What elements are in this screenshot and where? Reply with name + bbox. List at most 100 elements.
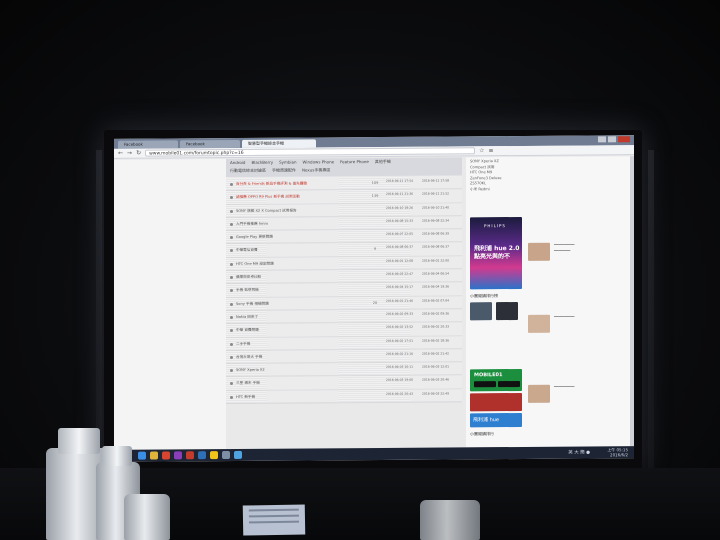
thread-title[interactable]: Sony 手機 相機問題 (236, 297, 364, 311)
thread-title[interactable]: HTC One M9 設定問題 (236, 257, 364, 271)
app-icon[interactable] (198, 451, 206, 460)
thread-post-time: 2016-06-11 21:36 (386, 192, 414, 197)
thread-title[interactable]: 百分百 & Friends 新品手機評測 & 搶先體驗 (236, 177, 364, 191)
nav-item-symbian[interactable]: Symbian (279, 159, 296, 167)
forum-category-nav: Android BlackBerry Symbian Windows Phone… (226, 157, 462, 178)
url-bar[interactable]: www.mobile01.com/forumtopic.php?c=16 (145, 147, 476, 157)
thread-title[interactable]: 蘋果與安卓比較 (236, 270, 364, 284)
close-icon[interactable] (618, 136, 630, 143)
nav-item-nexus[interactable]: Nexus手機專區 (302, 166, 330, 174)
thread-row[interactable]: HTC 新手機 2016-06-02 20:43 2016-06-03 22:49 (226, 389, 462, 405)
thread-post-time: 2016-06-04 15:17 (386, 285, 414, 290)
thread-status-icon (230, 355, 233, 359)
folder-icon[interactable] (150, 451, 158, 460)
bowl (420, 500, 480, 540)
forward-icon[interactable]: → (127, 148, 132, 158)
thread-last-reply-time: 2016-06-08 06:37 (422, 244, 450, 250)
gallery-thumbnail[interactable] (470, 302, 492, 321)
ie-icon[interactable] (138, 451, 146, 460)
thread-status-icon (230, 182, 233, 187)
thread-last-reply-time: 2016-06-03 20:46 (422, 377, 450, 383)
car-ad-image[interactable] (470, 392, 522, 412)
philips-hue-banner-ad[interactable]: 飛利浦 hue (470, 412, 522, 428)
system-clock[interactable]: 上午 05:15 2016/6/2 (607, 447, 628, 457)
thread-post-time: 2016-06-01 21:46 (386, 298, 414, 303)
thread-title[interactable]: 手機 藍芽耳機 (236, 283, 364, 297)
thread-post-time: 2016-06-07 22:05 (386, 231, 414, 237)
thread-title[interactable]: 入門手機推薦 hmm (236, 217, 364, 231)
thread-last-reply-time: 2016-06-04 19:36 (422, 284, 450, 290)
app-icon[interactable] (234, 450, 242, 459)
page-scrollbar[interactable] (630, 156, 634, 447)
thread-title[interactable]: 請推薦 OPPO R9 Plus 新手機 試用活動 (236, 190, 364, 204)
thread-post-time: 2016-06-10 18:26 (386, 205, 414, 210)
paper-card (242, 504, 306, 536)
thread-title[interactable]: Nokia 回來了 (236, 310, 364, 324)
news-thumbnail[interactable] (528, 314, 550, 333)
thread-status-icon (230, 236, 233, 240)
back-icon[interactable]: ← (118, 148, 123, 158)
thread-post-time: 2016-06-02 20:43 (386, 391, 414, 396)
news-snippet: ━━━━━━━━ (554, 248, 571, 253)
nav-item-windows-phone[interactable]: Windows Phone (303, 158, 335, 166)
app-icon[interactable] (222, 451, 230, 460)
menu-icon[interactable]: ≡ (488, 146, 493, 156)
thread-title[interactable]: 三星 週末 手機 (236, 377, 364, 391)
monitor-screen: Facebook Facebook 智慧型手機綜合手機 ← → ↻ www.mo… (114, 135, 634, 462)
reload-icon[interactable]: ↻ (136, 148, 141, 158)
ad-headline: 飛利浦 hue (473, 417, 500, 424)
thread-post-time: 2016-06-03 10:11 (386, 364, 414, 370)
gallery-heading: 小圖閱讀排行榜 (470, 293, 498, 299)
bottle-cap (58, 428, 100, 454)
thread-title[interactable]: Google Play 更新問題 (236, 230, 364, 244)
thread-post-time: 2016-06-03 22:47 (386, 271, 414, 276)
news-thumbnail[interactable] (528, 384, 550, 403)
thread-title[interactable]: HTC 新手機 (236, 390, 364, 404)
thread-post-time: 2016-06-03 19:00 (386, 378, 414, 383)
thread-last-reply-time: 2016-06-03 12:01 (422, 364, 450, 369)
thread-title[interactable]: 中華電信資費 (236, 244, 364, 258)
philips-hue-ad[interactable]: PHILIPS 飛利浦 hue 2.0 點亮光與的不 (470, 216, 522, 290)
nav-item-android[interactable]: Android (230, 159, 245, 167)
thread-status-icon (230, 382, 233, 386)
ad-brand: MOBILE01 (474, 372, 503, 379)
thread-last-reply-time: 2016-06-08 06:39 (422, 231, 450, 236)
ad-headline: 飛利浦 hue 2.0 點亮光與的不 (474, 244, 520, 261)
thread-reply-count: 20 (372, 300, 378, 305)
news-snippet: ━━━━━━━━━━ (554, 384, 575, 389)
thread-last-reply-time: 2016-06-02 09:36 (422, 311, 450, 316)
gallery-thumbnail[interactable] (496, 301, 518, 321)
language-indicator[interactable]: 英 大 簡 ● (568, 449, 590, 455)
news-thumbnail[interactable] (528, 242, 550, 261)
app-icon[interactable] (186, 451, 194, 460)
thread-title[interactable]: 中華 資費問題 (236, 323, 364, 337)
app-icon[interactable] (162, 451, 170, 460)
maximize-icon[interactable] (608, 136, 616, 143)
spray-nozzle (102, 446, 132, 466)
thread-status-icon (230, 276, 233, 280)
nav-item-other[interactable]: 其他手機 (375, 158, 391, 166)
thread-post-time: 2016-06-01 12:08 (386, 258, 414, 263)
mobile01-app-ad[interactable]: MOBILE01 (470, 368, 522, 392)
thread-list: 百分百 & Friends 新品手機評測 & 搶先體驗 109 2016-06-11… (226, 176, 462, 448)
thread-last-reply-time: 2016-06-02 21:42 (422, 351, 450, 356)
minimize-icon[interactable] (598, 136, 606, 143)
nav-item-accessories[interactable]: 手機周邊配件 (272, 167, 296, 175)
thread-post-time: 2016-06-02 17:51 (386, 338, 414, 343)
nav-item-telecom[interactable]: 行動電信綜合討論區 (230, 167, 266, 175)
nav-item-blackberry[interactable]: BlackBerry (251, 159, 273, 167)
news-snippet: ━━━━━━━━━━ (554, 242, 575, 247)
thread-status-icon (230, 342, 233, 346)
chrome-icon[interactable] (210, 451, 218, 460)
thread-last-reply-time: 2016-06-11 21:52 (422, 191, 450, 196)
sidebar-link[interactable]: 小米 Redmi (470, 186, 550, 192)
thread-title[interactable]: 二手手機 (236, 337, 364, 351)
thread-status-icon (230, 395, 233, 399)
app-icon[interactable] (174, 451, 182, 460)
thread-title[interactable]: 台灣大哥大 手機 (236, 350, 364, 364)
star-icon[interactable]: ☆ (479, 146, 484, 156)
thread-title[interactable]: SONY Xperia X2 (236, 363, 364, 377)
thread-title[interactable]: SONY 旗艦 X2 X Compact 試用報告 (236, 204, 364, 218)
nav-item-feature-phone[interactable]: Feature Phone (340, 158, 369, 166)
thread-last-reply-time: 2016-06-02 20:33 (422, 324, 450, 329)
